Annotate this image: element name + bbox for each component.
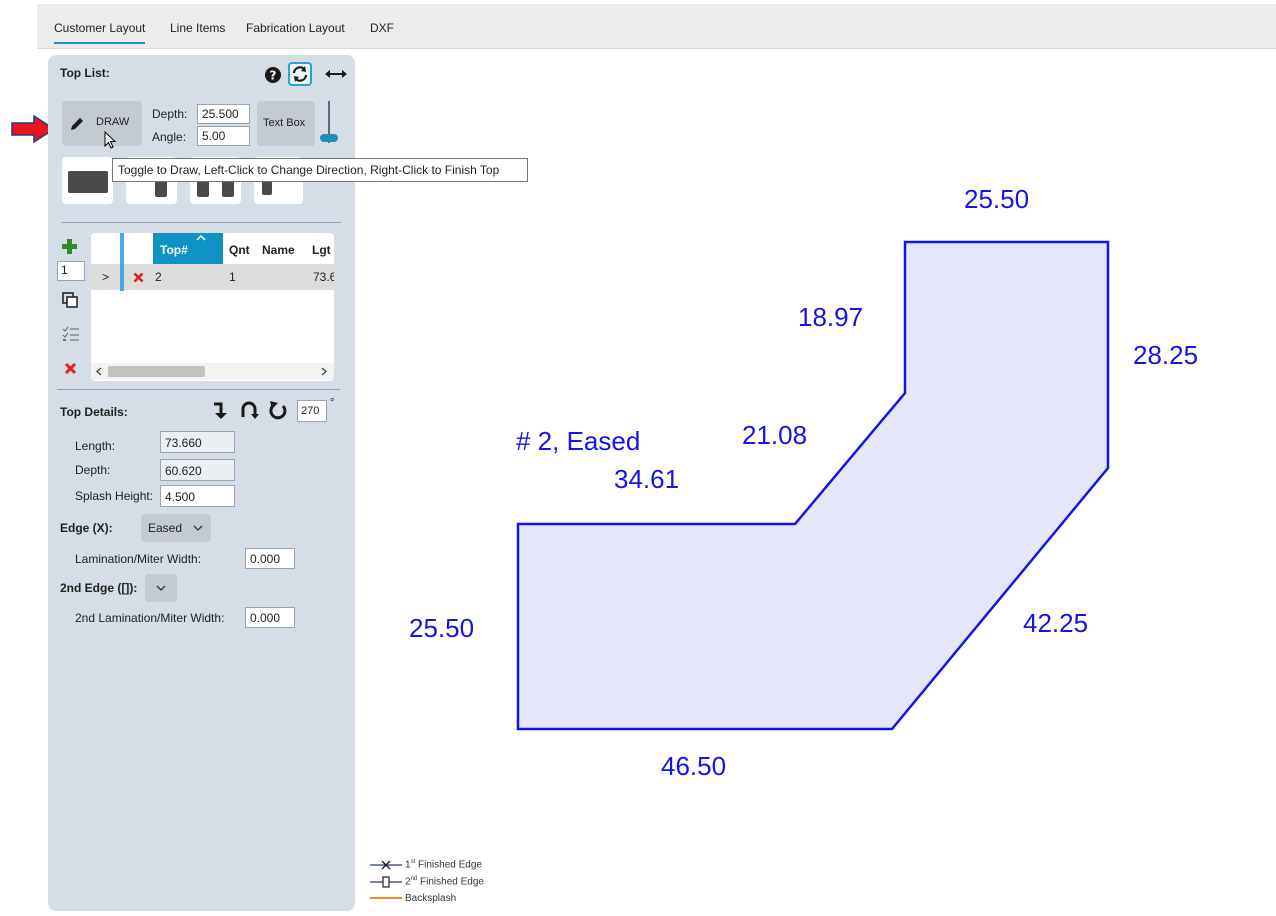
legend-second-edge: 2nd Finished Edge <box>405 876 484 887</box>
dimension-inner-vertical: 18.97 <box>798 302 864 332</box>
top-edge-label: # 2, Eased <box>516 426 641 456</box>
dimension-inner-diagonal: 21.08 <box>742 420 808 450</box>
layout-canvas[interactable] <box>0 0 1276 916</box>
dimension-left-edge: 25.50 <box>409 613 475 643</box>
dimension-inner-horizontal: 34.61 <box>614 464 680 494</box>
legend-second-text: Finished Edge <box>417 876 484 888</box>
legend-backsplash: Backsplash <box>405 893 457 904</box>
second-edge-bracket-icon <box>382 876 390 888</box>
dimension-bottom-edge: 46.50 <box>661 751 727 781</box>
legend-first-edge: 1st Finished Edge <box>405 859 482 870</box>
legend-first-text: Finished Edge <box>415 859 482 871</box>
dimension-top-edge: 25.50 <box>964 184 1030 214</box>
dimension-right-upper: 28.25 <box>1133 340 1199 370</box>
dimension-right-diagonal: 42.25 <box>1023 608 1089 638</box>
legend-symbols <box>370 860 402 899</box>
